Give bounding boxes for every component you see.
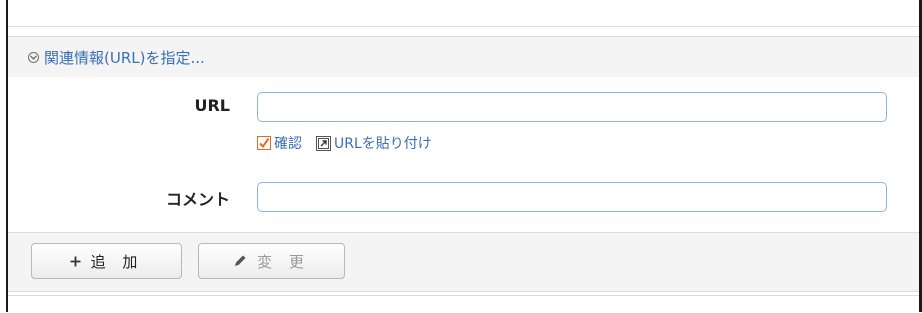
add-button-label: 追 加: [90, 252, 144, 271]
add-button[interactable]: 追 加: [31, 243, 182, 279]
related-info-title: 関連情報(URL)を指定...: [44, 48, 205, 67]
related-info-header: 関連情報(URL)を指定...: [8, 36, 919, 78]
comment-input[interactable]: [257, 182, 887, 212]
related-info-toggle[interactable]: 関連情報(URL)を指定...: [28, 47, 205, 68]
paste-icon[interactable]: [316, 135, 331, 151]
url-sub-actions: 確認 URLを貼り付け: [257, 133, 432, 153]
url-input[interactable]: [257, 92, 887, 122]
top-panel: [8, 0, 919, 27]
paste-url-link[interactable]: URLを貼り付け: [334, 133, 432, 153]
comment-label: コメント: [165, 190, 230, 209]
plus-icon: [70, 256, 81, 267]
confirm-label[interactable]: 確認: [274, 133, 302, 153]
chevron-down-circle-icon: [28, 51, 39, 63]
url-label: URL: [194, 96, 230, 115]
bottom-panel: [8, 295, 919, 313]
action-button-bar: 追 加 変 更: [8, 232, 919, 292]
url-form: URL 確認 URLを貼り付け コメント: [8, 77, 919, 232]
confirm-checkbox[interactable]: [257, 136, 271, 150]
pencil-icon: [233, 254, 247, 268]
change-button[interactable]: 変 更: [198, 243, 345, 279]
change-button-label: 変 更: [257, 252, 310, 271]
